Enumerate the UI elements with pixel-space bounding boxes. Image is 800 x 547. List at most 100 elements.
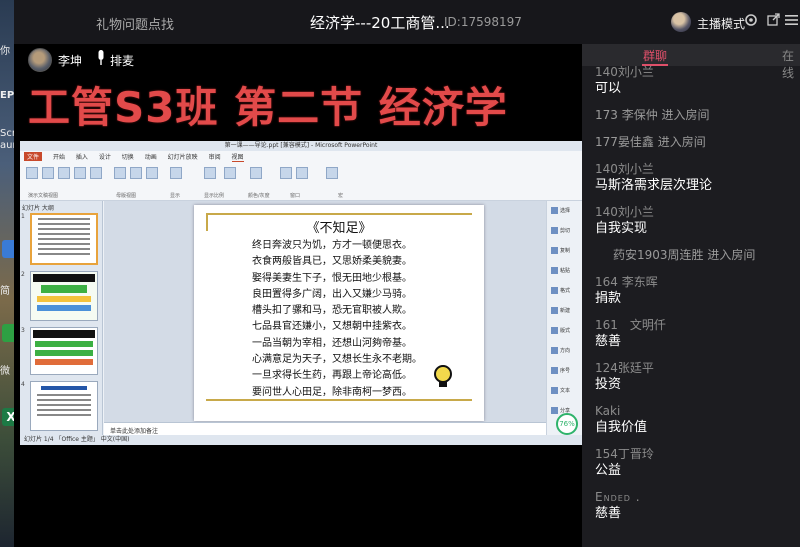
message-text: 慈善: [595, 334, 622, 349]
ribbon-button[interactable]: [26, 167, 38, 179]
message-text: 可以: [595, 81, 622, 96]
gift-help-link[interactable]: 礼物问题点找: [96, 14, 174, 33]
slide-notes[interactable]: 单击此处添加备注: [104, 422, 546, 435]
ribbon-button[interactable]: [170, 167, 182, 179]
ppt-tab-animations[interactable]: 动画: [145, 152, 157, 161]
window-title: 经济学---20工商管...: [310, 14, 450, 32]
side-tool-new[interactable]: 新建: [551, 307, 579, 314]
ppt-ribbon-tabs: 文件 开始 插入 设计 切换 动画 幻灯片放映 审阅 视图: [24, 152, 253, 162]
title-bar: 礼物问题点找 经济学---20工商管... ID:17598197 主播模式: [14, 0, 800, 44]
poem-line: 良田置得多广阔，出入又嫌少马骑。: [252, 288, 412, 300]
ribbon-button[interactable]: [114, 167, 126, 179]
side-tool-layout[interactable]: 版式: [551, 327, 579, 334]
side-tool-select[interactable]: 选择: [551, 207, 579, 214]
side-tool-paste[interactable]: 粘贴: [551, 267, 579, 274]
ppt-ribbon: 文件 开始 插入 设计 切换 动画 幻灯片放映 审阅 视图 演示文稿视图 母版视…: [20, 151, 582, 201]
course-banner: 工管S3班 第二节 经济学: [28, 83, 508, 132]
ribbon-group-label: 母版视图: [116, 193, 137, 199]
ribbon-button[interactable]: [204, 167, 216, 179]
ppt-tab-home[interactable]: 开始: [53, 152, 65, 161]
message-sender[interactable]: 124张廷平: [595, 360, 800, 376]
ribbon-button[interactable]: [326, 167, 338, 179]
slide-thumbnail-pane: 幻灯片 大纲 1 2 3 4: [20, 201, 103, 435]
side-tool-copy[interactable]: 复制: [551, 247, 579, 254]
ppt-tab-transitions[interactable]: 切换: [122, 152, 134, 161]
ppt-tab-file[interactable]: 文件: [24, 152, 43, 161]
slide-decoration: [206, 213, 472, 231]
ribbon-button[interactable]: [90, 167, 102, 179]
chat-message: 140刘小兰 可以: [595, 64, 800, 98]
shared-screen-powerpoint: 第一课——导论.ppt [兼容模式] - Microsoft PowerPoin…: [20, 141, 582, 445]
system-notice-text: 177晏佳鑫 进入房间: [595, 135, 706, 149]
ribbon-button[interactable]: [296, 167, 308, 179]
ribbon-button[interactable]: [130, 167, 142, 179]
thumb-number: 1: [21, 213, 25, 220]
ribbon-button[interactable]: [224, 167, 236, 179]
ppt-tab-insert[interactable]: 插入: [76, 152, 88, 161]
message-sender[interactable]: 154丁晋玲: [595, 446, 800, 462]
ribbon-button[interactable]: [58, 167, 70, 179]
thumb-number: 4: [21, 381, 25, 388]
side-tool-direction[interactable]: 方向: [551, 347, 579, 354]
host-name: 李坤: [58, 54, 83, 68]
video-stage: 李坤 排麦 工管S3班 第二节 经济学 第一课——导论.ppt [兼容模式] -…: [14, 44, 582, 547]
side-tool-text[interactable]: 文本: [551, 387, 579, 394]
message-sender[interactable]: Kaki: [595, 403, 800, 419]
message-sender[interactable]: 140刘小兰: [595, 64, 800, 80]
poem-line: 槽头扣了骡和马，恐无官职被人欺。: [252, 305, 412, 317]
ribbon-group-label: 宏: [338, 193, 344, 199]
mic-queue-button[interactable]: 排麦: [110, 52, 134, 69]
side-tool-format[interactable]: 格式: [551, 287, 579, 294]
message-sender[interactable]: 140刘小兰: [595, 204, 800, 220]
ribbon-group-label: 颜色/灰度: [248, 193, 270, 199]
chat-message: Ended . 慈善: [595, 489, 800, 523]
ribbon-group-label: 显示比例: [204, 193, 225, 199]
chat-message: Kaki 自我价值: [595, 403, 800, 437]
menu-icon[interactable]: [782, 13, 800, 31]
room-id: ID:17598197: [444, 15, 522, 29]
ppt-status-bar: 幻灯片 1/4 「Office 主题」 中文(中国): [20, 435, 582, 445]
ribbon-button[interactable]: [42, 167, 54, 179]
user-avatar[interactable]: [671, 12, 691, 32]
message-sender[interactable]: 140刘小兰: [595, 161, 800, 177]
slide-thumbnail[interactable]: [30, 327, 98, 375]
ppt-tab-design[interactable]: 设计: [99, 152, 111, 161]
poem-line: 娶得美妻生下子，恨无田地少根基。: [252, 272, 412, 284]
zoom-indicator[interactable]: 76%: [556, 413, 578, 435]
host-mode-label[interactable]: 主播模式: [697, 15, 745, 32]
current-slide[interactable]: 《不知足》 终日奔波只为饥，方才一顿便思衣。 衣食两般皆具已，又思娇柔美貌妻。 …: [194, 205, 484, 421]
slide-thumbnail[interactable]: [30, 271, 98, 321]
ppt-tab-slideshow[interactable]: 幻灯片放映: [168, 152, 198, 161]
slide-decoration: [206, 399, 472, 401]
side-tool-cut[interactable]: 剪切: [551, 227, 579, 234]
system-notice: 173 李保仲 进入房间: [595, 107, 800, 123]
settings-icon[interactable]: [742, 13, 760, 31]
ribbon-button[interactable]: [280, 167, 292, 179]
side-tool-numbering[interactable]: 序号: [551, 367, 579, 374]
slide-thumbnail[interactable]: [30, 381, 98, 431]
system-notice-text: 药安1903周连胜 进入房间: [613, 248, 756, 262]
ribbon-group-label: 演示文稿视图: [28, 193, 59, 199]
chat-message: 154丁晋玲 公益: [595, 446, 800, 480]
message-sender[interactable]: 161 文明仟: [595, 317, 800, 333]
lightbulb-icon: [434, 365, 452, 387]
poem-line: 终日奔波只为饥，方才一顿便思衣。: [252, 240, 412, 251]
message-sender[interactable]: 164 李东晖: [595, 274, 800, 290]
ribbon-button[interactable]: [74, 167, 86, 179]
ppt-tab-view[interactable]: 视图: [231, 152, 244, 162]
microphone-icon: [98, 50, 104, 65]
tab-group-chat[interactable]: 群聊: [643, 47, 667, 64]
popout-icon[interactable]: [764, 13, 782, 31]
ribbon-button[interactable]: [146, 167, 158, 179]
message-text: 自我价值: [595, 420, 648, 435]
ppt-tab-review[interactable]: 审阅: [209, 152, 221, 161]
pane-tabs[interactable]: 幻灯片 大纲: [22, 203, 54, 212]
chat-tabs: 群聊 在线: [582, 44, 800, 80]
slide-poem: 终日奔波只为饥，方才一顿便思衣。 衣食两般皆具已，又思娇柔美貌妻。 娶得美妻生下…: [252, 238, 452, 401]
slide-thumbnail[interactable]: [30, 213, 98, 265]
message-text: 投资: [595, 377, 622, 392]
message-sender[interactable]: Ended .: [595, 489, 800, 505]
ribbon-button[interactable]: [250, 167, 262, 179]
ppt-side-toolbar: 选择 剪切 复制 粘贴 格式 新建 版式 方向 序号 文本 分享: [546, 201, 582, 435]
host-avatar[interactable]: [28, 48, 52, 72]
